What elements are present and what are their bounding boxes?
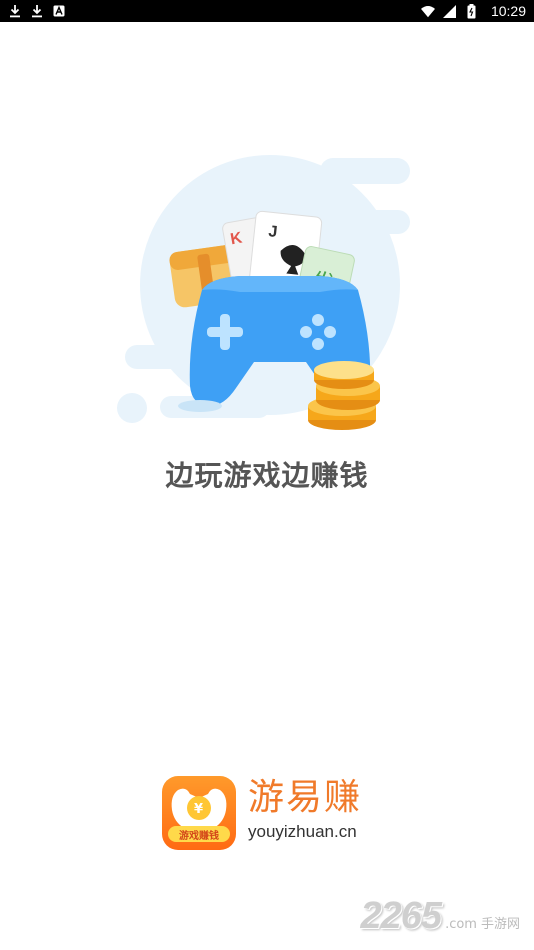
svg-text:¥: ¥	[194, 802, 203, 817]
wifi-icon	[420, 4, 435, 18]
brand-text: 游易赚 youyizhuan.cn	[248, 776, 362, 842]
app-icon-badge: 游戏赚钱	[168, 826, 230, 842]
splash-tagline: 边玩游戏边赚钱	[165, 459, 369, 492]
app-icon: ¥ 游戏赚钱	[162, 776, 236, 850]
splash-illustration: K J 发	[110, 150, 420, 440]
watermark-label: 手游网	[480, 917, 520, 932]
brand-domain: youyizhuan.cn	[248, 822, 357, 841]
download-icon	[8, 4, 22, 18]
status-bar-notifications	[8, 4, 66, 18]
watermark-number: 2265	[360, 895, 443, 937]
coins-icon	[308, 361, 380, 430]
clock: 10:29	[490, 3, 526, 19]
signal-icon	[443, 4, 457, 18]
brand-logo: ¥ 游戏赚钱 游易赚 youyizhuan.cn	[162, 776, 362, 850]
status-bar-system: 10:29	[420, 3, 526, 19]
download-icon	[30, 4, 44, 18]
site-watermark: 2265 .com 手游网	[361, 895, 520, 938]
a-notification-icon	[52, 4, 66, 18]
status-bar: 10:29	[0, 0, 534, 22]
svg-text:J: J	[268, 223, 279, 241]
watermark-suffix: .com	[445, 917, 477, 932]
brand-name: 游易赚	[248, 777, 363, 818]
battery-icon	[465, 3, 479, 18]
